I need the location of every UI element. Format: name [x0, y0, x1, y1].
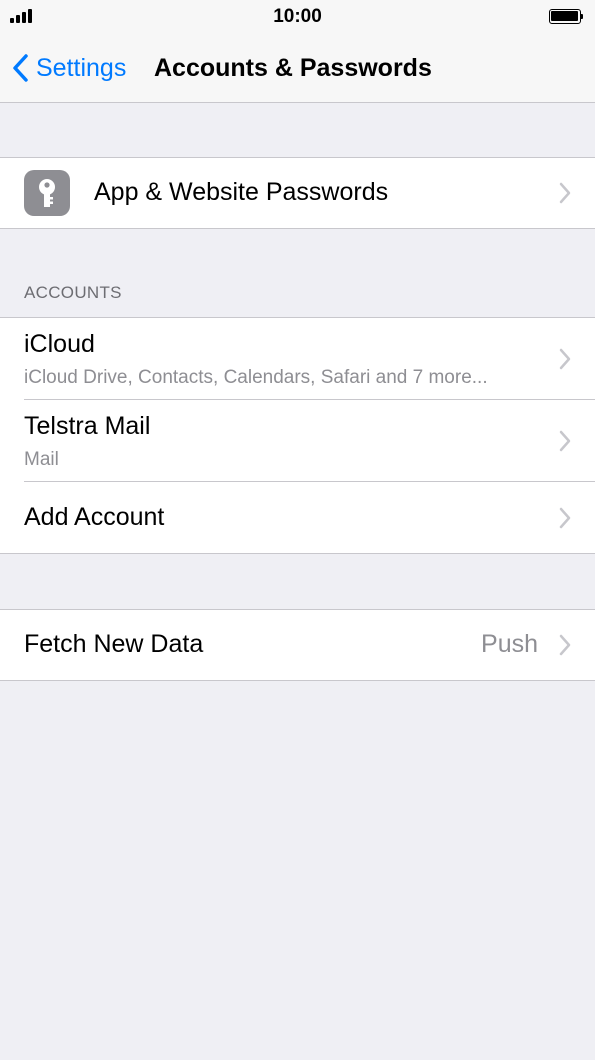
key-icon — [24, 170, 70, 216]
add-account-row[interactable]: Add Account — [0, 482, 595, 553]
account-title: iCloud — [24, 330, 95, 358]
account-subtitle: Mail — [24, 449, 59, 470]
accounts-group: iCloud iCloud Drive, Contacts, Calendars… — [0, 317, 595, 554]
status-time: 10:00 — [273, 6, 322, 27]
chevron-right-icon — [559, 634, 571, 656]
accounts-section-header: ACCOUNTS — [24, 283, 122, 302]
account-row-telstra-mail[interactable]: Telstra Mail Mail — [0, 400, 595, 482]
add-account-label: Add Account — [24, 503, 165, 531]
account-title: Telstra Mail — [24, 412, 151, 440]
fetch-group: Fetch New Data Push — [0, 609, 595, 681]
chevron-right-icon — [559, 348, 571, 370]
chevron-left-icon — [13, 54, 28, 82]
fetch-new-data-row[interactable]: Fetch New Data Push — [0, 610, 595, 680]
account-row-icloud[interactable]: iCloud iCloud Drive, Contacts, Calendars… — [0, 318, 595, 400]
navigation-bar: Settings Accounts & Passwords — [0, 34, 595, 103]
chevron-right-icon — [559, 182, 571, 204]
account-subtitle: iCloud Drive, Contacts, Calendars, Safar… — [24, 367, 488, 388]
back-button-label: Settings — [36, 53, 127, 82]
chevron-right-icon — [559, 507, 571, 528]
page-title: Accounts & Passwords — [154, 54, 432, 82]
passwords-group: App & Website Passwords — [0, 157, 595, 229]
passwords-row-label: App & Website Passwords — [94, 178, 389, 206]
chevron-right-icon — [559, 430, 571, 452]
status-bar: 10:00 — [0, 0, 595, 34]
passwords-row[interactable]: App & Website Passwords — [0, 158, 595, 228]
back-button[interactable]: Settings — [12, 48, 126, 88]
fetch-new-data-label: Fetch New Data — [24, 630, 204, 658]
battery-icon — [549, 9, 583, 24]
fetch-new-data-value: Push — [481, 630, 538, 658]
